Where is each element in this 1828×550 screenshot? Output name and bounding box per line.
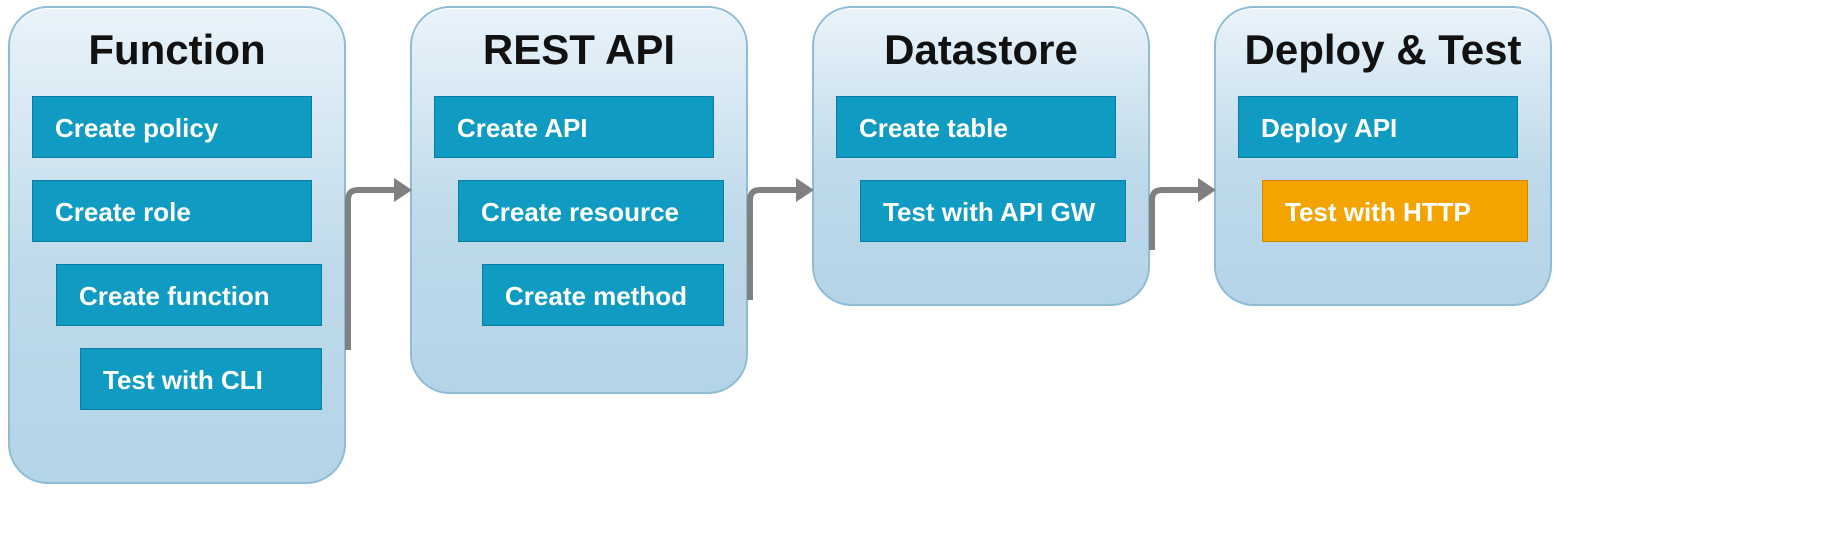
step-create-resource: Create resource bbox=[458, 180, 724, 242]
step-create-method: Create method bbox=[482, 264, 724, 326]
stage-title: Deploy & Test bbox=[1238, 26, 1528, 74]
step-test-with-cli: Test with CLI bbox=[80, 348, 322, 410]
stage-title: REST API bbox=[434, 26, 724, 74]
step-test-with-api-gw: Test with API GW bbox=[860, 180, 1126, 242]
arrow-1-to-2 bbox=[344, 160, 416, 360]
stage-datastore: Datastore Create table Test with API GW bbox=[812, 6, 1150, 306]
stage-title: Function bbox=[32, 26, 322, 74]
arrow-3-to-4 bbox=[1148, 160, 1220, 260]
stage-rest-api: REST API Create API Create resource Crea… bbox=[410, 6, 748, 394]
step-create-api: Create API bbox=[434, 96, 714, 158]
step-deploy-api: Deploy API bbox=[1238, 96, 1518, 158]
stage-function: Function Create policy Create role Creat… bbox=[8, 6, 346, 484]
stage-title: Datastore bbox=[836, 26, 1126, 74]
step-create-policy: Create policy bbox=[32, 96, 312, 158]
step-create-table: Create table bbox=[836, 96, 1116, 158]
arrow-2-to-3 bbox=[746, 160, 818, 310]
step-test-with-http: Test with HTTP bbox=[1262, 180, 1528, 242]
stage-deploy-test: Deploy & Test Deploy API Test with HTTP bbox=[1214, 6, 1552, 306]
step-create-function: Create function bbox=[56, 264, 322, 326]
step-create-role: Create role bbox=[32, 180, 312, 242]
